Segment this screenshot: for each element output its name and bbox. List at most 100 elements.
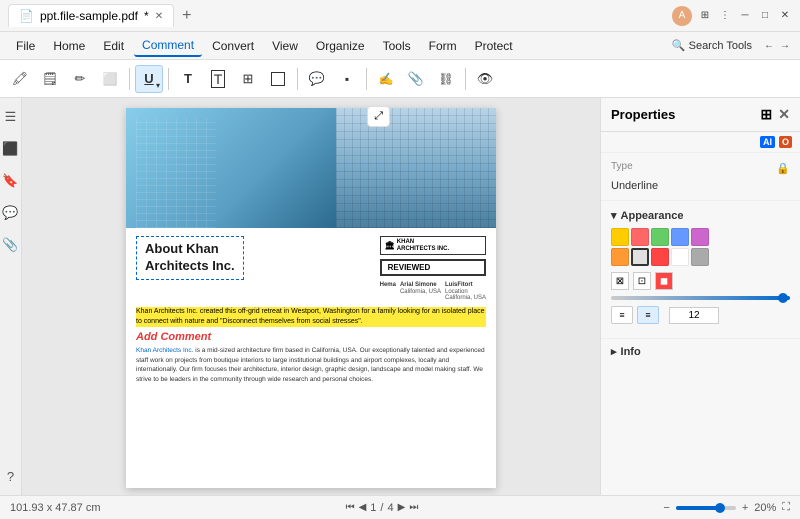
company-logo: 🏛 KHANARCHITECTS INC.	[380, 236, 486, 255]
layout-icon[interactable]: ⊞	[698, 9, 712, 23]
info-label: Info	[621, 346, 641, 358]
stamp-tool-button[interactable]: ▪	[333, 65, 361, 93]
page-prev-icon[interactable]: ◀	[359, 502, 367, 513]
font-size-box[interactable]: 12	[669, 307, 719, 324]
link-tool-button[interactable]: ⛓	[432, 65, 460, 93]
pattern-swatch-2[interactable]: ⊡	[633, 272, 651, 290]
shape-tool-button[interactable]	[264, 65, 292, 93]
menu-convert[interactable]: Convert	[204, 36, 262, 56]
close-window-button[interactable]: ✕	[778, 9, 792, 23]
comment-tool-button[interactable]: 💬	[303, 65, 331, 93]
panel-ai-tools: AI O	[601, 132, 800, 153]
color-swatch-lightgray[interactable]	[631, 248, 649, 266]
pattern-swatch-1[interactable]: ⊠	[611, 272, 629, 290]
avatar-icon[interactable]: A	[672, 6, 692, 26]
underline-tool-button[interactable]: U	[135, 65, 163, 93]
window-controls: A ⊞ ⋮ ─ □ ✕	[672, 6, 792, 26]
color-grid	[611, 228, 790, 266]
color-swatch-gray[interactable]	[691, 248, 709, 266]
menu-view[interactable]: View	[264, 36, 306, 56]
sidebar-thumbnail-icon[interactable]: ⬛	[0, 138, 22, 160]
zoom-in-button[interactable]: +	[742, 502, 748, 514]
title-bar: 📄 ppt.file-sample.pdf * ✕ + A ⊞ ⋮ ─ □ ✕	[0, 0, 800, 32]
callout-tool-button[interactable]: ⊞	[234, 65, 262, 93]
status-right: − + 20% ⛶	[663, 501, 790, 514]
sidebar-comment-icon[interactable]: 💬	[0, 202, 22, 224]
underline-icon: U	[144, 71, 153, 86]
color-swatch-white[interactable]	[671, 248, 689, 266]
maximize-button[interactable]: □	[758, 9, 772, 23]
search-icon: 🔍	[672, 39, 686, 52]
highlight-tool-button[interactable]: 🖍	[6, 65, 34, 93]
highlighted-paragraph: Khan Architects Inc. created this off-gr…	[136, 307, 486, 327]
canvas-area[interactable]: ⤢ About KhanArchitects Inc.	[22, 98, 600, 495]
type-row: Type 🔒	[611, 161, 790, 176]
eraser-icon: ⬜	[103, 72, 118, 86]
minimize-button[interactable]: ─	[738, 9, 752, 23]
align-left-button[interactable]: ≡	[611, 306, 633, 324]
search-tools-button[interactable]: 🔍 Search Tools	[672, 39, 752, 52]
menu-home[interactable]: Home	[45, 36, 93, 56]
pattern-swatch-3[interactable]: ◼	[655, 272, 673, 290]
opacity-slider[interactable]	[611, 296, 790, 300]
sticky-note-icon: 🗒	[42, 71, 59, 87]
file-tab[interactable]: 📄 ppt.file-sample.pdf * ✕	[8, 4, 174, 27]
panel-grid-icon[interactable]: ⊞	[761, 106, 773, 123]
lock-icon: 🔒	[776, 162, 790, 175]
zoom-thumb[interactable]	[715, 503, 725, 513]
eye-tool-button[interactable]: 👁	[471, 65, 499, 93]
color-swatch-yellow[interactable]	[611, 228, 629, 246]
logo-text: KHANARCHITECTS INC.	[397, 239, 449, 252]
page-next-icon[interactable]: ▶	[398, 502, 406, 513]
color-swatch-orange[interactable]	[611, 248, 629, 266]
menu-tools[interactable]: Tools	[375, 36, 419, 56]
sign-tool-button[interactable]: ✍	[372, 65, 400, 93]
menu-protect[interactable]: Protect	[467, 36, 521, 56]
textbox-tool-button[interactable]: T	[204, 65, 232, 93]
separator-3	[297, 68, 298, 90]
menu-comment[interactable]: Comment	[134, 35, 202, 57]
ai-badge[interactable]: AI	[760, 136, 775, 148]
sidebar-help-icon[interactable]: ?	[4, 466, 17, 487]
sidebar-attach-icon[interactable]: 📎	[0, 234, 22, 256]
tab-area: 📄 ppt.file-sample.pdf * ✕ +	[8, 4, 197, 27]
sticky-note-tool-button[interactable]: 🗒	[36, 65, 64, 93]
pencil-tool-button[interactable]: ✏	[66, 65, 94, 93]
color-swatch-blue[interactable]	[671, 228, 689, 246]
sidebar-nav-icon[interactable]: ☰	[2, 106, 20, 128]
color-swatch-purple[interactable]	[691, 228, 709, 246]
align-center-button[interactable]: ≡	[637, 306, 659, 324]
close-tab-button[interactable]: ✕	[155, 11, 163, 22]
total-pages-text: 4	[387, 502, 393, 514]
ms-badge[interactable]: O	[779, 136, 792, 148]
share-button[interactable]: ⤢	[367, 106, 390, 127]
eraser-tool-button[interactable]: ⬜	[96, 65, 124, 93]
sidebar-bookmark-icon[interactable]: 🔖	[0, 170, 22, 192]
color-swatch-green[interactable]	[651, 228, 669, 246]
page-last-icon[interactable]: ⏭	[409, 502, 418, 513]
separator-5	[465, 68, 466, 90]
info-collapse-arrow-icon[interactable]: ▸	[611, 345, 617, 358]
menu-form[interactable]: Form	[421, 36, 465, 56]
text-tool-button[interactable]: T	[174, 65, 202, 93]
color-swatch-red[interactable]	[631, 228, 649, 246]
appearance-title: ▾ Appearance	[611, 209, 790, 222]
zoom-slider[interactable]	[676, 506, 736, 510]
page-first-icon[interactable]: ⏮	[346, 502, 355, 513]
menu-organize[interactable]: Organize	[308, 36, 373, 56]
zoom-out-button[interactable]: −	[663, 502, 669, 514]
redo-nav-button[interactable]: →	[778, 39, 792, 53]
undo-nav-button[interactable]: ←	[762, 39, 776, 53]
panel-header: Properties ⊞ ✕	[601, 98, 800, 132]
fullscreen-button[interactable]: ⛶	[782, 501, 790, 514]
attach-tool-button[interactable]: 📎	[402, 65, 430, 93]
close-panel-button[interactable]: ✕	[778, 106, 790, 123]
menu-file[interactable]: File	[8, 36, 43, 56]
add-tab-button[interactable]: +	[176, 7, 197, 25]
menu-dots-icon[interactable]: ⋮	[718, 9, 732, 23]
opacity-thumb[interactable]	[778, 293, 788, 303]
collapse-arrow-icon[interactable]: ▾	[611, 209, 617, 222]
menu-edit[interactable]: Edit	[95, 36, 132, 56]
color-swatch-brightred[interactable]	[651, 248, 669, 266]
pdf-header-section: About KhanArchitects Inc. 🏛 KHANARCHITEC…	[136, 236, 486, 301]
